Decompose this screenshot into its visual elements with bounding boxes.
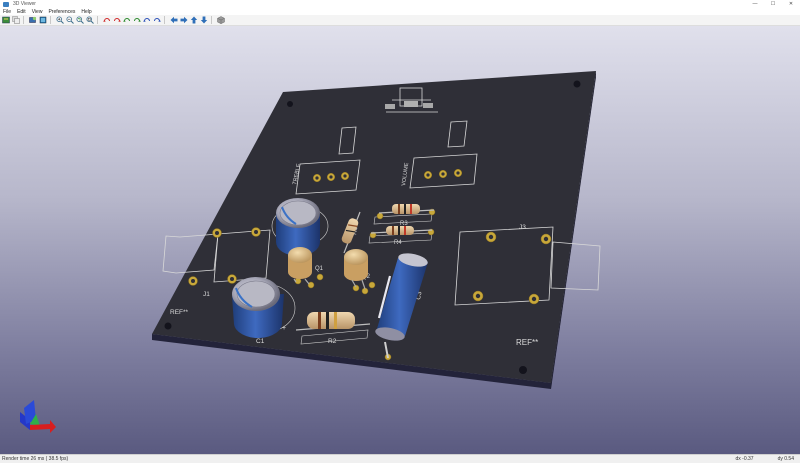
toolbar-separator bbox=[164, 16, 165, 24]
silk-q1: Q1 bbox=[315, 266, 324, 272]
window-controls: — ☐ ✕ bbox=[746, 0, 800, 8]
minimize-button[interactable]: — bbox=[746, 0, 764, 8]
silk-j1: J1 bbox=[203, 291, 210, 298]
rotate-z-cw-icon[interactable] bbox=[153, 16, 161, 24]
mounting-hole bbox=[573, 80, 581, 88]
3d-viewport[interactable]: TREBLE VOLUME J1 J3 REF** REF** C1 R2 R3… bbox=[0, 26, 800, 454]
menu-help[interactable]: Help bbox=[81, 9, 91, 15]
title-bar: 3D Viewer — ☐ ✕ bbox=[0, 0, 800, 8]
silk-ref-left: REF** bbox=[170, 309, 189, 316]
rotate-y-cw-icon[interactable] bbox=[133, 16, 141, 24]
pan-down-icon[interactable] bbox=[200, 16, 208, 24]
render-time-status: Render time 26 ms ( 38.5 fps) bbox=[2, 456, 69, 462]
rotate-x-cw-icon[interactable] bbox=[113, 16, 121, 24]
reload-board-icon[interactable] bbox=[2, 16, 10, 24]
zoom-in-icon[interactable] bbox=[56, 16, 64, 24]
silk-plus-c1: + bbox=[282, 325, 286, 332]
pcb-board[interactable] bbox=[152, 71, 596, 383]
toolbar-separator bbox=[50, 16, 51, 24]
copy-image-icon[interactable] bbox=[12, 16, 20, 24]
menu-file[interactable]: File bbox=[3, 9, 11, 15]
raytracing-icon[interactable] bbox=[29, 16, 37, 24]
menu-preferences[interactable]: Preferences bbox=[48, 9, 75, 15]
pan-up-icon[interactable] bbox=[190, 16, 198, 24]
menu-edit[interactable]: Edit bbox=[17, 9, 26, 15]
close-button[interactable]: ✕ bbox=[782, 0, 800, 8]
toolbar-separator bbox=[23, 16, 24, 24]
rotate-z-ccw-icon[interactable] bbox=[143, 16, 151, 24]
dx-readout: dx -0.37 bbox=[735, 456, 754, 462]
menu-bar: File Edit View Preferences Help bbox=[0, 8, 800, 15]
mounting-hole bbox=[519, 366, 527, 374]
silk-c1: C1 bbox=[256, 338, 265, 345]
axis-gizmo bbox=[20, 400, 56, 433]
window-title: 3D Viewer bbox=[13, 1, 36, 7]
silk-ref-right: REF** bbox=[516, 338, 538, 347]
rotate-y-ccw-icon[interactable] bbox=[123, 16, 131, 24]
mounting-hole bbox=[287, 101, 293, 107]
toolbar-separator bbox=[211, 16, 212, 24]
maximize-button[interactable]: ☐ bbox=[764, 0, 782, 8]
toolbar-separator bbox=[97, 16, 98, 24]
toolbar bbox=[0, 15, 800, 26]
zoom-refresh-icon[interactable] bbox=[76, 16, 84, 24]
regulator-pad bbox=[404, 101, 418, 107]
status-bar: Render time 26 ms ( 38.5 fps) dx -0.37 d… bbox=[0, 454, 800, 463]
orthographic-icon[interactable] bbox=[217, 16, 225, 24]
silk-j3: J3 bbox=[519, 224, 526, 231]
zoom-out-icon[interactable] bbox=[66, 16, 74, 24]
regulator-pad bbox=[423, 103, 433, 108]
rotate-x-ccw-icon[interactable] bbox=[103, 16, 111, 24]
render-options-icon[interactable] bbox=[39, 16, 47, 24]
dy-readout: dy 0.54 bbox=[777, 456, 794, 462]
capacitor-c1[interactable] bbox=[232, 277, 284, 339]
app-icon bbox=[3, 1, 9, 7]
mounting-hole bbox=[164, 322, 172, 330]
pan-left-icon[interactable] bbox=[170, 16, 178, 24]
cursor-delta: dx -0.37 dy 0.54 bbox=[736, 456, 794, 462]
zoom-fit-icon[interactable] bbox=[86, 16, 94, 24]
pan-right-icon[interactable] bbox=[180, 16, 188, 24]
pcb-3d-scene[interactable]: TREBLE VOLUME J1 J3 REF** REF** C1 R2 R3… bbox=[0, 26, 800, 454]
menu-view[interactable]: View bbox=[32, 9, 43, 15]
regulator-pad bbox=[385, 104, 395, 109]
silk-r4: R4 bbox=[394, 240, 402, 246]
